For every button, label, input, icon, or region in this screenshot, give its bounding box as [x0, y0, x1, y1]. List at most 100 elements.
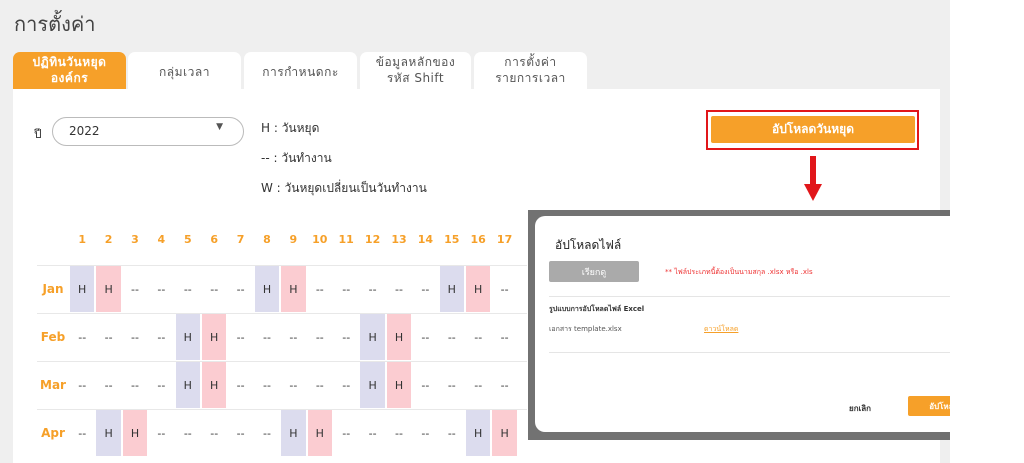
- tab-time-group[interactable]: กลุ่มเวลา: [128, 52, 241, 89]
- day-header: 8: [263, 233, 271, 246]
- month-label: Mar: [40, 378, 66, 392]
- tab-time-item-settings[interactable]: การตั้งค่า รายการเวลา: [474, 52, 587, 89]
- calendar-cell[interactable]: --: [466, 362, 490, 408]
- calendar-cell[interactable]: --: [228, 314, 252, 360]
- year-label: ปี: [34, 127, 42, 141]
- tab-holiday-calendar[interactable]: ปฏิทินวันหยุด องค์กร: [13, 52, 126, 89]
- calendar-cell[interactable]: --: [149, 410, 173, 456]
- calendar-cell[interactable]: --: [70, 362, 94, 408]
- calendar-cell[interactable]: --: [387, 410, 411, 456]
- day-header: 2: [104, 233, 113, 246]
- calendar-cell[interactable]: H: [96, 410, 121, 456]
- calendar-cell[interactable]: --: [413, 362, 437, 408]
- calendar-cell[interactable]: --: [281, 362, 305, 408]
- calendar-cell[interactable]: --: [440, 362, 464, 408]
- calendar-cell[interactable]: H: [466, 410, 491, 456]
- calendar-cell[interactable]: H: [202, 362, 227, 408]
- calendar-cell[interactable]: H: [439, 266, 464, 312]
- calendar-cell[interactable]: H: [202, 314, 227, 360]
- calendar-cell[interactable]: --: [281, 314, 305, 360]
- calendar-cell[interactable]: --: [492, 314, 516, 360]
- calendar-cell[interactable]: --: [308, 266, 332, 312]
- calendar-cell[interactable]: --: [123, 266, 147, 312]
- day-header: 1: [78, 233, 87, 246]
- calendar-cell[interactable]: --: [440, 314, 464, 360]
- tab-shift-master-data[interactable]: ข้อมูลหลักของ รหัส Shift: [360, 52, 471, 89]
- calendar-cell[interactable]: --: [255, 362, 279, 408]
- calendar-cell[interactable]: H: [122, 410, 148, 456]
- cancel-button[interactable]: ยกเลิก: [849, 402, 871, 415]
- calendar-cell[interactable]: --: [123, 362, 147, 408]
- calendar-cell[interactable]: --: [413, 266, 437, 312]
- calendar-cell[interactable]: --: [228, 266, 252, 312]
- download-link[interactable]: ดาวน์โหลด: [704, 324, 738, 335]
- calendar-cell[interactable]: --: [466, 314, 490, 360]
- calendar-cell[interactable]: H: [360, 362, 385, 408]
- calendar-cell[interactable]: H: [281, 410, 306, 456]
- year-select[interactable]: 2022 ▼: [52, 117, 244, 146]
- calendar-cell[interactable]: --: [176, 410, 200, 456]
- day-header: 13: [391, 233, 407, 246]
- day-header: 11: [338, 233, 354, 246]
- calendar-cell[interactable]: H: [307, 410, 332, 456]
- tab-label: กลุ่มเวลา: [159, 64, 210, 79]
- calendar-cell[interactable]: --: [334, 266, 358, 312]
- tab-label-line2: รายการเวลา: [495, 70, 566, 85]
- calendar-cell[interactable]: --: [360, 410, 384, 456]
- calendar-cell[interactable]: H: [70, 266, 95, 312]
- calendar-cell[interactable]: --: [70, 410, 94, 456]
- calendar-cell[interactable]: H: [175, 362, 200, 408]
- calendar-cell[interactable]: --: [228, 362, 252, 408]
- calendar-cell[interactable]: --: [202, 410, 226, 456]
- calendar-cell[interactable]: --: [413, 314, 437, 360]
- excel-format-title: รูปแบบการอัปโหลดไฟล์ Excel: [549, 305, 645, 313]
- calendar-cell[interactable]: H: [386, 314, 412, 360]
- day-header: 3: [131, 233, 139, 246]
- calendar-cell[interactable]: --: [334, 410, 358, 456]
- calendar-cell[interactable]: --: [176, 266, 200, 312]
- tab-shift-assignment[interactable]: การกำหนดกะ: [244, 52, 357, 89]
- arrow-down-icon: [804, 156, 822, 201]
- calendar-cell[interactable]: --: [413, 410, 437, 456]
- calendar-cell[interactable]: --: [360, 266, 384, 312]
- calendar-cell[interactable]: --: [308, 314, 332, 360]
- calendar-cell[interactable]: H: [96, 266, 121, 312]
- divider: [549, 352, 950, 353]
- divider: [549, 296, 950, 297]
- calendar-cell[interactable]: H: [254, 266, 280, 312]
- calendar-cell[interactable]: --: [492, 266, 516, 312]
- calendar-cell[interactable]: --: [228, 410, 252, 456]
- calendar-cell[interactable]: --: [70, 314, 94, 360]
- calendar-cell[interactable]: H: [492, 410, 517, 456]
- calendar-cell[interactable]: --: [308, 362, 332, 408]
- day-header: 17: [496, 233, 513, 246]
- chevron-down-icon: ▼: [216, 122, 223, 132]
- calendar-cell[interactable]: --: [123, 314, 147, 360]
- calendar-cell[interactable]: --: [149, 362, 173, 408]
- upload-button[interactable]: อัปโหลด: [908, 396, 950, 416]
- upload-holiday-button[interactable]: อัปโหลดวันหยุด: [711, 116, 915, 143]
- template-file-name: เอกสาร template.xlsx: [549, 325, 622, 333]
- calendar-cell[interactable]: --: [255, 314, 279, 360]
- calendar-cell[interactable]: H: [466, 266, 491, 312]
- browse-button[interactable]: เรียกดู: [549, 261, 639, 282]
- calendar-cell[interactable]: --: [440, 410, 464, 456]
- legend-workday: -- : วันทำงาน: [261, 151, 332, 165]
- calendar-cell[interactable]: H: [360, 314, 385, 360]
- calendar-cell[interactable]: H: [281, 266, 306, 312]
- calendar-cell[interactable]: H: [175, 314, 200, 360]
- calendar-cell[interactable]: --: [334, 362, 358, 408]
- tab-label-line1: ปฏิทินวันหยุด: [32, 54, 107, 69]
- calendar-cell[interactable]: --: [96, 362, 120, 408]
- calendar-cell[interactable]: --: [149, 314, 173, 360]
- calendar-cell[interactable]: --: [255, 410, 279, 456]
- calendar-cell[interactable]: --: [334, 314, 358, 360]
- calendar-cell[interactable]: --: [387, 266, 411, 312]
- calendar-cell[interactable]: --: [202, 266, 226, 312]
- calendar-cell[interactable]: H: [386, 362, 412, 408]
- calendar-cell[interactable]: --: [96, 314, 120, 360]
- calendar-cell[interactable]: --: [492, 362, 516, 408]
- tab-label: การกำหนดกะ: [262, 64, 339, 79]
- legend-holiday: H : วันหยุด: [261, 121, 320, 135]
- calendar-cell[interactable]: --: [149, 266, 173, 312]
